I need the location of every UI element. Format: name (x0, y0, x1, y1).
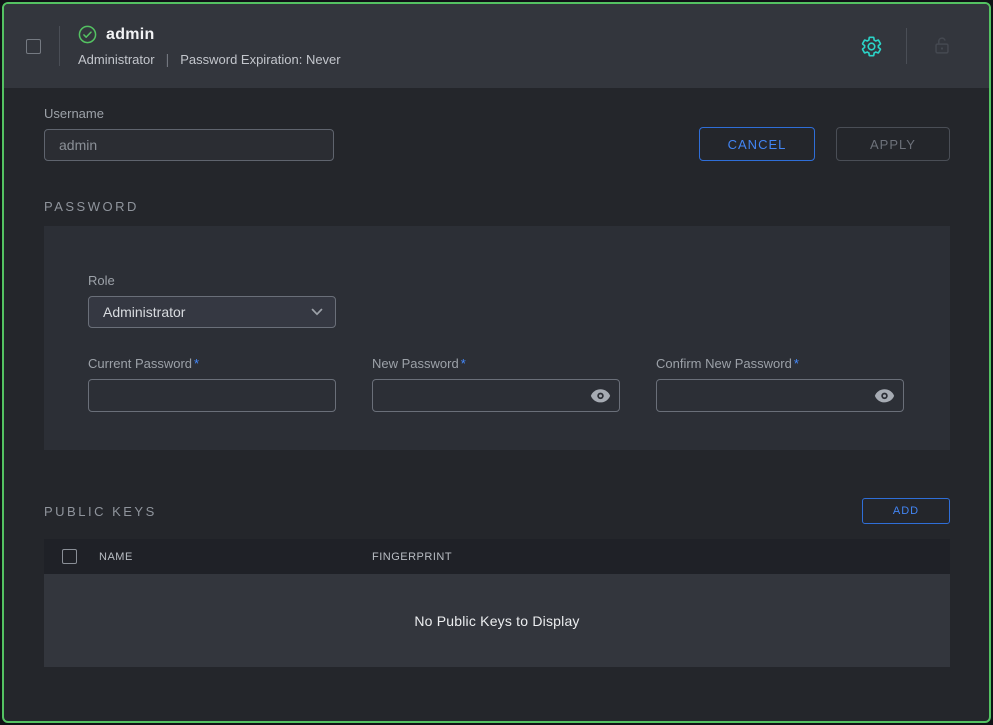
username-field-group: Username (44, 106, 334, 161)
header-actions (850, 25, 963, 67)
role-select-value: Administrator (103, 304, 185, 320)
current-password-group: Current Password* (88, 356, 336, 412)
header-divider (59, 26, 60, 66)
password-fields-row: Current Password* New Password* (88, 356, 906, 412)
row-select-checkbox[interactable] (26, 39, 41, 54)
apply-button[interactable]: APPLY (836, 127, 950, 161)
confirm-password-label: Confirm New Password* (656, 356, 904, 371)
required-marker: * (461, 356, 466, 371)
required-marker: * (794, 356, 799, 371)
subtitle-separator: | (155, 51, 181, 67)
public-keys-empty-state: No Public Keys to Display (44, 574, 950, 667)
required-marker: * (194, 356, 199, 371)
user-role-text: Administrator (78, 52, 155, 67)
form-actions: CANCEL APPLY (699, 127, 950, 161)
confirm-password-input[interactable] (656, 379, 904, 412)
lock-button[interactable] (921, 25, 963, 67)
settings-button[interactable] (850, 25, 892, 67)
public-keys-heading-row: PUBLIC KEYS ADD (44, 498, 950, 524)
user-form: Username CANCEL APPLY PASSWORD Role Admi… (4, 88, 989, 667)
username-row: Username CANCEL APPLY (44, 106, 950, 161)
check-circle-icon (78, 25, 97, 44)
column-header-name: NAME (99, 551, 372, 563)
role-select[interactable]: Administrator (88, 296, 336, 328)
role-field-group: Role Administrator (88, 273, 906, 328)
current-password-label: Current Password* (88, 356, 336, 371)
password-expiration-text: Password Expiration: Never (180, 52, 340, 67)
header-actions-divider (906, 28, 907, 64)
new-password-group: New Password* (372, 356, 620, 412)
eye-icon (590, 388, 611, 403)
lock-open-icon (931, 35, 953, 57)
user-header: admin Administrator | Password Expiratio… (4, 4, 989, 88)
add-public-key-button[interactable]: ADD (862, 498, 950, 524)
user-details-panel: admin Administrator | Password Expiratio… (2, 2, 991, 723)
gear-icon (860, 35, 883, 58)
eye-icon (874, 388, 895, 403)
new-password-visibility-toggle[interactable] (590, 388, 611, 403)
chevron-down-icon (311, 308, 323, 316)
username-label: Username (44, 106, 334, 121)
confirm-password-visibility-toggle[interactable] (874, 388, 895, 403)
select-all-checkbox[interactable] (62, 549, 77, 564)
user-subtitle: Administrator | Password Expiration: Nev… (78, 51, 341, 67)
column-header-fingerprint: FINGERPRINT (372, 551, 452, 563)
cancel-button[interactable]: CANCEL (699, 127, 815, 161)
new-password-input[interactable] (372, 379, 620, 412)
public-keys-table-header: NAME FINGERPRINT (44, 539, 950, 574)
page-title: admin (106, 26, 155, 44)
password-section-heading: PASSWORD (44, 199, 950, 214)
new-password-label: New Password* (372, 356, 620, 371)
current-password-input[interactable] (88, 379, 336, 412)
user-title-area: admin Administrator | Password Expiratio… (78, 25, 341, 67)
password-card: Role Administrator Current Password* (44, 226, 950, 450)
public-keys-heading: PUBLIC KEYS (44, 504, 157, 519)
role-label: Role (88, 273, 906, 288)
username-input[interactable] (44, 129, 334, 161)
confirm-password-group: Confirm New Password* (656, 356, 904, 412)
